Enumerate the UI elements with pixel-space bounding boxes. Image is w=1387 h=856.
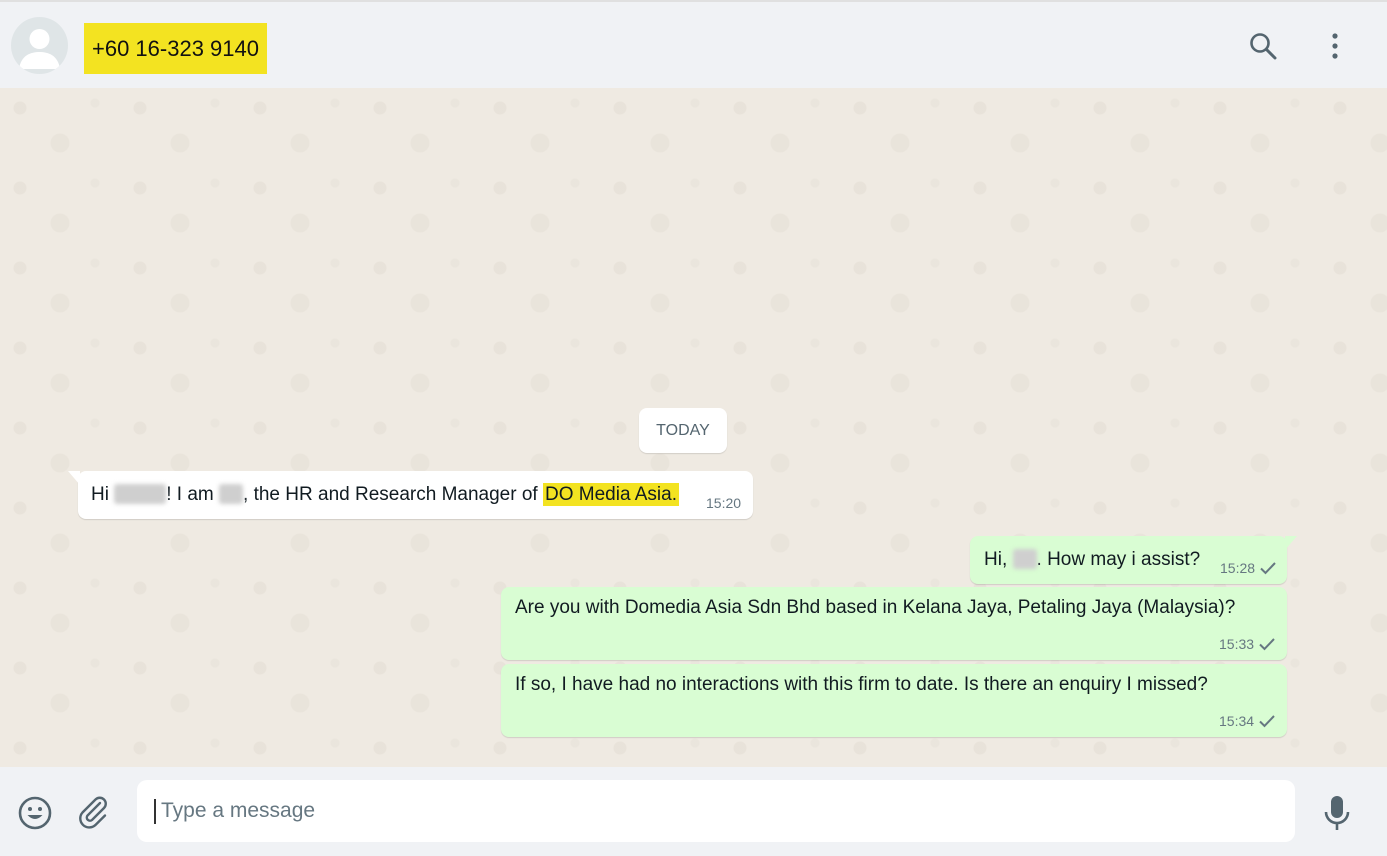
chat-header: +60 16-323 9140 xyxy=(0,0,1387,88)
message-input[interactable]: Type a message xyxy=(137,780,1295,842)
message-text: Are you with Domedia Asia Sdn Bhd based … xyxy=(515,597,1236,618)
sent-check-icon xyxy=(1259,715,1275,728)
highlighted-company: DO Media Asia. xyxy=(542,483,679,506)
contact-avatar[interactable] xyxy=(11,17,68,74)
redacted-name xyxy=(1012,549,1037,569)
sent-check-icon xyxy=(1260,562,1276,575)
microphone-icon[interactable] xyxy=(1322,794,1352,837)
message-incoming[interactable]: Hi ! I am , the HR and Research Manager … xyxy=(68,471,753,519)
message-outgoing[interactable]: If so, I have had no interactions with t… xyxy=(501,664,1287,737)
chat-area[interactable]: TODAY Hi ! I am , the HR and Research Ma… xyxy=(0,88,1387,767)
message-outgoing[interactable]: Are you with Domedia Asia Sdn Bhd based … xyxy=(501,587,1287,660)
search-icon[interactable] xyxy=(1247,30,1279,62)
default-avatar-icon xyxy=(19,29,60,69)
message-meta: 15:28 xyxy=(1220,560,1277,576)
composer-bar: Type a message xyxy=(0,767,1387,856)
bubble-tail xyxy=(1285,536,1297,550)
sent-check-icon xyxy=(1259,638,1275,651)
message-meta: 15:34 xyxy=(1219,713,1276,729)
message-text: Hi, . How may i assist? xyxy=(984,549,1201,570)
message-text: Hi ! I am , the HR and Research Manager … xyxy=(91,483,679,506)
message-time: 15:33 xyxy=(1219,636,1255,652)
message-input-placeholder: Type a message xyxy=(161,799,316,822)
emoji-icon[interactable] xyxy=(17,795,53,836)
message-time: 15:28 xyxy=(1220,560,1256,576)
contact-name[interactable]: +60 16-323 9140 xyxy=(84,23,267,74)
menu-icon[interactable] xyxy=(1320,30,1352,62)
message-time: 15:20 xyxy=(706,495,742,511)
message-outgoing[interactable]: Hi, . How may i assist? 15:28 xyxy=(970,536,1297,584)
redacted-name xyxy=(114,484,167,504)
text-caret xyxy=(154,799,156,824)
message-meta: 15:33 xyxy=(1219,636,1276,652)
attach-icon[interactable] xyxy=(76,795,112,836)
redacted-name xyxy=(219,484,244,504)
date-separator: TODAY xyxy=(639,408,727,453)
message-text: If so, I have had no interactions with t… xyxy=(515,674,1208,695)
message-time: 15:34 xyxy=(1219,713,1255,729)
bubble-tail xyxy=(68,471,80,485)
